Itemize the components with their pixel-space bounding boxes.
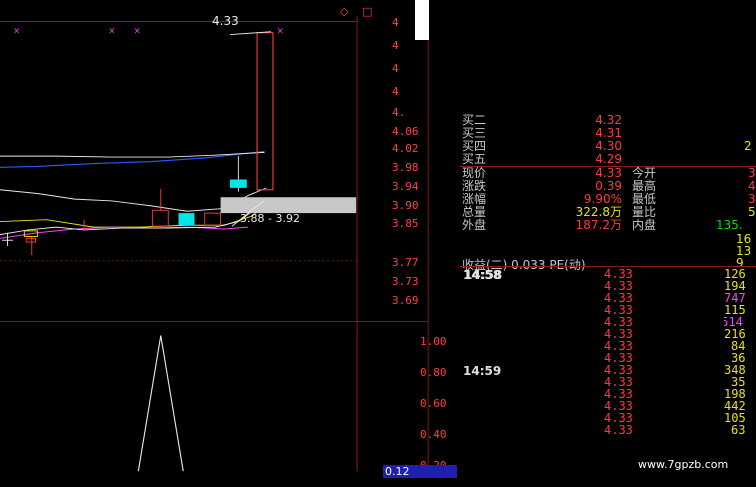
candle-body [204,212,222,226]
axis-label: 3.94 [392,180,419,193]
candle-body-down [229,179,247,188]
diamond-icon[interactable]: ◇ [340,5,348,18]
candle-body [25,237,36,243]
kline-chart[interactable]: × × × × [0,0,430,487]
axis-label: 3.85 [392,217,419,230]
candles [1,32,274,256]
stat-row: 外盘 187.2万 内盘 135. [460,219,756,232]
axis-label: 4.06 [392,125,419,138]
axis-label: 3.73 [392,275,419,288]
axis-label: 4.02 [392,142,419,155]
tick-volume-column: 126 194 747 115 2514 216 84 36 348 35 19… [724,268,756,436]
candle-body [151,209,169,227]
bid-row: 买五 4.29 [460,153,756,166]
indicator-value-box: 0.12 [383,465,457,478]
indicator-line [137,335,184,472]
axis-label: 4 [392,39,399,52]
low-range-label: 3.88 - 3.92 [240,212,300,225]
bid-label: 买五 [462,152,487,166]
high-price-label: 4.33 [212,14,239,28]
axis-label: 3.90 [392,199,419,212]
axis-label: 4 [392,62,399,75]
marker-icon: × [108,26,115,36]
sub-axis-label: 0.60 [420,397,447,410]
square-icon[interactable]: □ [362,5,372,18]
axis-label: 3.69 [392,294,419,307]
stat-value: 5 [748,205,756,219]
candle-body-down [178,213,195,226]
tick-volume: 63 [731,423,746,436]
tick-time: 14:59 [463,364,502,378]
bid-volume: 2 [744,139,752,153]
marker-icon: × [13,26,20,36]
tick-time: 14:58 [463,268,502,282]
sub-axis-label: 0.40 [420,428,447,441]
bid-price: 4.29 [595,152,622,166]
watermark: www.7gpzb.com [638,458,729,471]
axis-label: 3.98 [392,161,419,174]
stat-label: 内盘 [632,218,657,232]
axis-label: 3.77 [392,256,419,269]
stat-value: 187.2万 [575,218,622,232]
price-range-highlight [220,197,357,214]
stat-label: 外盘 [462,218,487,232]
candle-limit-up [256,32,274,191]
axis-label: 4 [392,85,399,98]
tick-price: 4.33 [604,423,633,437]
marker-icon: × [277,26,284,36]
ma60-line [0,150,265,168]
marker-icon: × [134,26,141,36]
stat-value: 135. [716,218,743,232]
window-overlay [415,0,429,40]
axis-label: 4. [392,106,406,119]
axis-label: 4 [392,16,399,29]
sub-axis-label: 1.00 [420,335,447,348]
tick-price-column: 4.33 4.33 4.33 4.33 4.33 4.33 4.33 4.33 … [604,268,633,436]
sub-axis-label: 0.80 [420,366,447,379]
